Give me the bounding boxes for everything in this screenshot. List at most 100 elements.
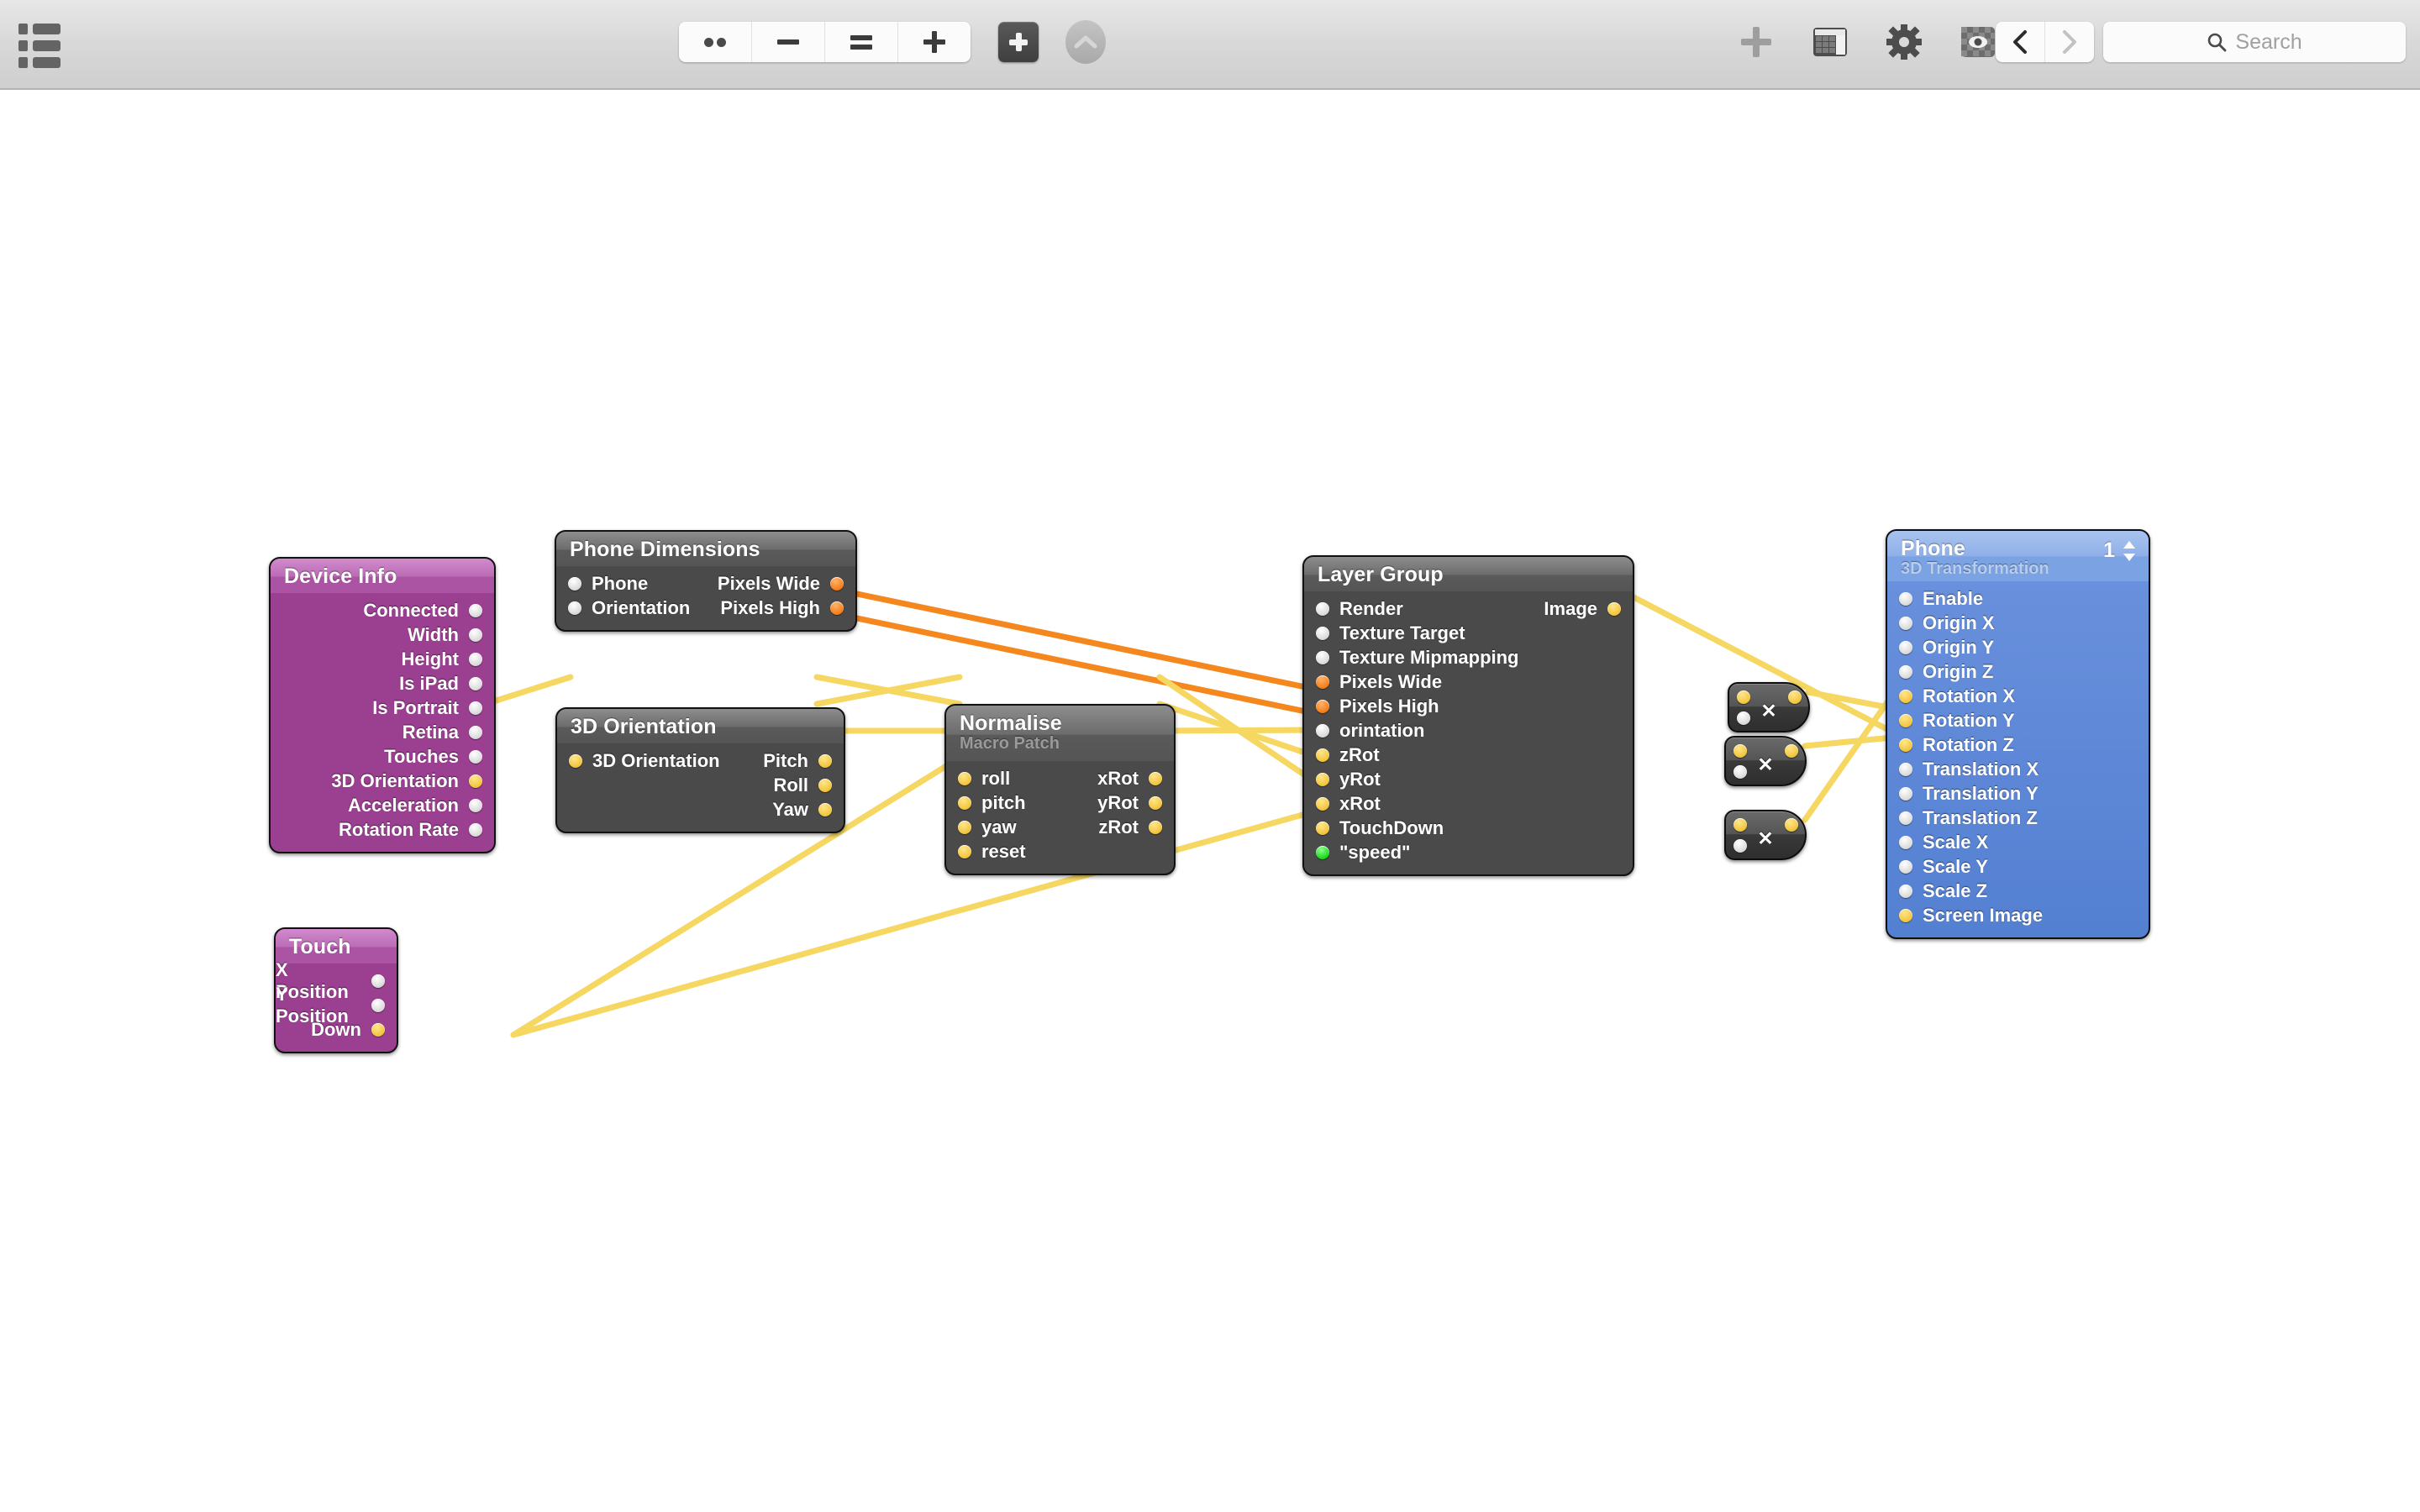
output-port[interactable]: xRot xyxy=(1097,768,1162,790)
port-dot-input[interactable] xyxy=(1899,641,1912,654)
input-port[interactable]: Rotation Z xyxy=(1887,732,2149,757)
input-port[interactable]: 3D Orientation xyxy=(569,750,720,772)
output-port[interactable]: Width xyxy=(271,622,494,647)
output-port[interactable]: Down xyxy=(276,1017,397,1042)
node-header[interactable]: 3D Orientation xyxy=(557,709,844,743)
output-port[interactable]: Pixels High xyxy=(720,597,844,619)
input-port[interactable]: Orientation xyxy=(568,597,690,619)
viewer-button[interactable] xyxy=(1954,18,2002,66)
minus-icon[interactable] xyxy=(752,22,825,62)
input-port[interactable]: Texture Target xyxy=(1316,622,1465,644)
port-dot-input[interactable] xyxy=(958,821,971,834)
port-dot-input[interactable] xyxy=(1899,836,1912,849)
port-dot-input[interactable] xyxy=(1316,846,1329,859)
node-multiply-2[interactable]: ✕ xyxy=(1724,736,1807,786)
input-port[interactable]: pitch xyxy=(958,792,1026,814)
input-port[interactable]: yRot xyxy=(1316,769,1381,790)
output-port[interactable]: Retina xyxy=(271,720,494,744)
port-dot-input[interactable] xyxy=(1899,617,1912,630)
port-dot-output[interactable] xyxy=(818,754,832,768)
port-dot-input[interactable] xyxy=(1316,627,1329,640)
port-dot-output[interactable] xyxy=(818,779,832,792)
port-dot-input[interactable] xyxy=(1899,811,1912,825)
output-port[interactable]: Rotation Rate xyxy=(271,817,494,842)
input-port[interactable]: Translation Z xyxy=(1887,806,2149,830)
node-phone-dimensions[interactable]: Phone DimensionsPhonePixels WideOrientat… xyxy=(555,530,857,632)
input-port[interactable]: Screen Image xyxy=(1887,903,2149,927)
inspector-panel-button[interactable] xyxy=(1807,18,1854,66)
wire[interactable] xyxy=(817,677,960,704)
input-port[interactable]: Scale Z xyxy=(1887,879,2149,903)
input-port[interactable]: Rotation X xyxy=(1887,684,2149,708)
forward-button[interactable] xyxy=(2045,22,2094,62)
output-port[interactable]: zRot xyxy=(1098,816,1162,838)
port-dot-input[interactable] xyxy=(568,577,581,591)
input-port[interactable]: Pixels High xyxy=(1316,696,1439,717)
wire[interactable] xyxy=(1160,730,1318,731)
port-dot-output[interactable] xyxy=(469,823,482,837)
wire[interactable] xyxy=(1160,704,1318,757)
port-dot-output[interactable] xyxy=(830,601,844,615)
port-dot-input[interactable] xyxy=(1899,909,1912,922)
port-dot-input[interactable] xyxy=(1316,748,1329,762)
port-dot-output[interactable] xyxy=(469,750,482,764)
output-port[interactable]: Y Position xyxy=(276,993,397,1017)
port-dot-input[interactable] xyxy=(958,845,971,858)
output-port[interactable]: Image xyxy=(1544,598,1621,620)
port-dot-input[interactable] xyxy=(1316,773,1329,786)
port-dot-output[interactable] xyxy=(469,701,482,715)
output-port[interactable]: Height xyxy=(271,647,494,671)
output-port[interactable]: 3D Orientation xyxy=(271,769,494,793)
history-nav-group[interactable] xyxy=(1996,22,2094,62)
port-dot-input[interactable] xyxy=(1899,885,1912,898)
wire[interactable] xyxy=(486,677,571,704)
node-header[interactable]: Phone3D Transformation1 xyxy=(1887,531,2149,581)
wire[interactable] xyxy=(513,811,1318,1035)
port-dot-input[interactable] xyxy=(1316,822,1329,835)
port-dot-output[interactable] xyxy=(469,604,482,617)
input-port[interactable]: Translation Y xyxy=(1887,781,2149,806)
port-dot-output[interactable] xyxy=(1149,821,1162,834)
input-port[interactable]: Origin Z xyxy=(1887,659,2149,684)
node-orientation-3d[interactable]: 3D Orientation3D OrientationPitchRollYaw xyxy=(555,707,845,833)
node-header[interactable]: Layer Group xyxy=(1304,557,1633,591)
port-dot-output[interactable] xyxy=(469,799,482,812)
node-header[interactable]: NormaliseMacro Patch xyxy=(946,706,1174,761)
input-port[interactable]: Translation X xyxy=(1887,757,2149,781)
input-port[interactable]: Origin X xyxy=(1887,611,2149,635)
node-phone-3d-transformation[interactable]: Phone3D Transformation1EnableOrigin XOri… xyxy=(1886,529,2150,939)
port-dot-output[interactable] xyxy=(371,974,385,988)
input-port[interactable]: Pixels Wide xyxy=(1316,671,1442,693)
port-dot-output[interactable] xyxy=(469,726,482,739)
port-dot-input[interactable] xyxy=(1316,724,1329,738)
input-port[interactable]: Scale X xyxy=(1887,830,2149,854)
port-dot-input[interactable] xyxy=(569,754,582,768)
port-dot-input[interactable] xyxy=(1899,665,1912,679)
plus-icon[interactable] xyxy=(898,22,971,62)
node-device-info[interactable]: Device InfoConnectedWidthHeightIs iPadIs… xyxy=(269,557,496,853)
port-dot-input[interactable] xyxy=(1316,675,1329,689)
wire[interactable] xyxy=(837,614,1318,714)
wire[interactable] xyxy=(1160,677,1318,784)
settings-button[interactable] xyxy=(1881,18,1928,66)
hamburger-list-icon[interactable] xyxy=(18,24,62,66)
port-dot-output[interactable] xyxy=(469,628,482,642)
node-touch[interactable]: TouchX PositionY PositionDown xyxy=(274,927,398,1053)
input-port[interactable]: Origin Y xyxy=(1887,635,2149,659)
port-dot-input[interactable] xyxy=(1899,592,1912,606)
output-port[interactable]: Acceleration xyxy=(271,793,494,817)
port-dot-input[interactable] xyxy=(958,796,971,810)
node-multiply-3[interactable]: ✕ xyxy=(1724,810,1807,860)
output-port[interactable]: Roll xyxy=(773,774,832,796)
port-dot-output[interactable] xyxy=(830,577,844,591)
two-dots-icon[interactable] xyxy=(679,22,752,62)
node-header[interactable]: Phone Dimensions xyxy=(556,532,855,566)
port-dot-input[interactable] xyxy=(1899,860,1912,874)
port-dot-input[interactable] xyxy=(1899,714,1912,727)
stepper-arrows-icon[interactable] xyxy=(2122,540,2137,562)
input-port[interactable]: Render xyxy=(1316,598,1403,620)
node-layer-group[interactable]: Layer GroupRenderImageTexture TargetText… xyxy=(1302,555,1634,876)
port-dot-output[interactable] xyxy=(469,653,482,666)
port-dot-input[interactable] xyxy=(1899,690,1912,703)
output-port[interactable]: Is Portrait xyxy=(271,696,494,720)
